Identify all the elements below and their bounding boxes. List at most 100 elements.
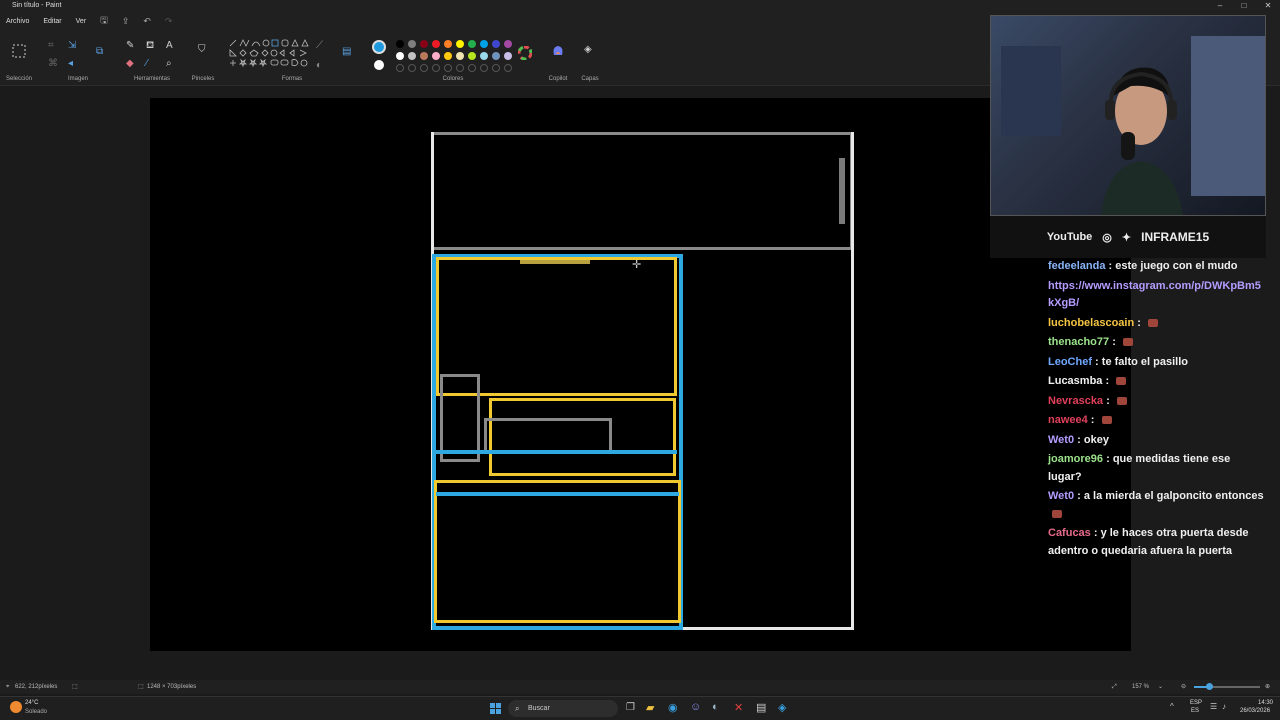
color-swatch[interactable] <box>480 40 488 48</box>
color-swatch[interactable] <box>492 52 500 60</box>
network-icon[interactable]: ☰ <box>1210 702 1217 711</box>
brush-icon[interactable]: ⛉ <box>198 44 206 55</box>
chat-message: Nevrascka : <box>1044 393 1266 411</box>
zoom-out-icon[interactable]: ⊖ <box>1181 680 1186 694</box>
chat-message: nawee4 : <box>1044 412 1266 430</box>
file-explorer-icon[interactable]: ▰ <box>646 701 654 714</box>
color-swatch[interactable] <box>468 40 476 48</box>
clock-time[interactable]: 14:30 <box>1258 700 1273 706</box>
redo-icon[interactable]: ↷ <box>165 16 173 27</box>
color-swatch[interactable] <box>396 40 404 48</box>
crop-icon[interactable]: ⌗ <box>48 40 54 51</box>
color-swatch[interactable] <box>468 52 476 60</box>
color-swatch[interactable] <box>456 52 464 60</box>
language-sub[interactable]: ES <box>1191 708 1199 714</box>
search-box[interactable]: ⌕ Buscar <box>508 700 618 717</box>
share-icon[interactable]: ⇪ <box>122 16 130 27</box>
app-icon[interactable]: ▤ <box>756 701 766 714</box>
magnifier-icon[interactable]: ⌕ <box>166 58 172 69</box>
zoom-slider[interactable] <box>1194 683 1260 690</box>
steam-icon[interactable]: ◐ <box>712 701 719 713</box>
custom-color-slot[interactable] <box>456 64 464 72</box>
fill-icon[interactable]: ⛾ <box>146 40 154 53</box>
resize-icon[interactable]: ⇲ <box>68 40 76 51</box>
volume-icon[interactable]: ♪ <box>1222 702 1226 711</box>
chevron-down-icon[interactable]: ⌄ <box>1158 680 1163 694</box>
chat-message: LeoChef : te falto el pasillo <box>1044 354 1266 372</box>
crosshair-cursor-icon: ✛ <box>632 259 642 271</box>
edit-colors-icon[interactable] <box>518 46 532 60</box>
taskbar: 24°C Soleado ⌕ Buscar ❐ ▰ ◉ ☺ ◐ ✕ ▤ ◈ ^ … <box>0 696 1280 720</box>
color-swatch[interactable] <box>432 40 440 48</box>
color-swatch[interactable] <box>420 52 428 60</box>
color-swatch[interactable] <box>420 40 428 48</box>
task-view-icon[interactable]: ❐ <box>626 702 635 713</box>
status-bar: ⌖ 622, 212píxeles ⬚ ⬚ 1248 × 703píxeles … <box>0 680 1280 694</box>
fill-shape-icon[interactable]: ◐ <box>316 60 322 71</box>
color-swatch[interactable] <box>444 52 452 60</box>
chat-message: Wet0 : a la mierda el galponcito entonce… <box>1044 488 1266 523</box>
flip-icon[interactable]: ◂ <box>68 58 73 69</box>
color-swatch[interactable] <box>504 40 512 48</box>
color-swatch[interactable] <box>492 40 500 48</box>
paint-icon[interactable]: ◈ <box>778 701 786 714</box>
drawing-canvas[interactable]: ✛ <box>150 98 1131 651</box>
windows-start-icon[interactable] <box>490 703 501 714</box>
pencil-icon[interactable]: ✎ <box>126 40 134 51</box>
remove-bg-icon[interactable]: ⌘ <box>48 58 58 69</box>
size-icon[interactable]: ▤ <box>342 46 351 57</box>
menu-editar[interactable]: Editar <box>43 18 61 25</box>
color-swatch[interactable] <box>456 40 464 48</box>
chat-username: Nevrascka <box>1048 394 1104 407</box>
active-color-swatch[interactable] <box>372 40 386 54</box>
undo-icon[interactable]: ↶ <box>143 16 151 27</box>
chat-separator: : <box>1102 375 1113 387</box>
chat-message: joamore96 : que medidas tiene ese lugar? <box>1044 451 1266 486</box>
custom-color-slot[interactable] <box>444 64 452 72</box>
custom-color-slot[interactable] <box>408 64 416 72</box>
color-picker-icon[interactable]: ⁄ <box>146 58 148 69</box>
clock-date[interactable]: 26/03/2026 <box>1240 708 1270 714</box>
tray-chevron-icon[interactable]: ^ <box>1170 702 1174 711</box>
minimize-button[interactable]: – <box>1208 0 1232 12</box>
background-window <box>1191 36 1265 196</box>
chat-separator: : <box>1103 394 1113 407</box>
select-icon[interactable] <box>12 44 26 58</box>
menu-archivo[interactable]: Archivo <box>6 18 29 25</box>
app-icon[interactable]: ✕ <box>734 701 743 714</box>
custom-color-slot[interactable] <box>504 64 512 72</box>
custom-color-slot[interactable] <box>492 64 500 72</box>
zoom-in-icon[interactable]: ⊕ <box>1265 680 1270 694</box>
discord-icon[interactable]: ☺ <box>690 701 701 713</box>
outline-icon[interactable]: ⟋ <box>316 40 323 51</box>
menu-ver[interactable]: Ver <box>76 18 87 25</box>
color-swatch[interactable] <box>408 52 416 60</box>
color-swatch[interactable] <box>444 40 452 48</box>
close-button[interactable]: ✕ <box>1256 0 1280 12</box>
weather-desc: Soleado <box>25 709 48 715</box>
save-icon[interactable]: 🖫 <box>100 13 108 29</box>
edge-icon[interactable]: ◉ <box>668 701 678 714</box>
color-swatch[interactable] <box>504 52 512 60</box>
eraser-icon[interactable]: ◆ <box>126 58 134 69</box>
zoom-level[interactable]: 157 % <box>1132 680 1149 694</box>
custom-color-slot[interactable] <box>396 64 404 72</box>
language[interactable]: ESP <box>1190 700 1202 706</box>
custom-color-slot[interactable] <box>432 64 440 72</box>
color-swatch[interactable] <box>432 52 440 60</box>
copilot-icon[interactable] <box>551 44 565 58</box>
custom-color-slot[interactable] <box>480 64 488 72</box>
layers-icon[interactable]: ◈ <box>584 44 592 55</box>
rotate-icon[interactable]: ⧉ <box>96 46 103 57</box>
maximize-button[interactable]: □ <box>1232 0 1256 12</box>
weather-icon[interactable] <box>10 701 22 713</box>
fit-icon[interactable]: ⤢ <box>1112 680 1117 694</box>
text-icon[interactable]: A <box>166 40 173 51</box>
custom-color-slot[interactable] <box>420 64 428 72</box>
custom-color-slot[interactable] <box>468 64 476 72</box>
color-swatch[interactable] <box>480 52 488 60</box>
color-swatch[interactable] <box>408 40 416 48</box>
color-swatch[interactable] <box>396 52 404 60</box>
shapes-gallery-icon[interactable] <box>228 38 312 74</box>
secondary-color-swatch[interactable] <box>374 60 384 70</box>
